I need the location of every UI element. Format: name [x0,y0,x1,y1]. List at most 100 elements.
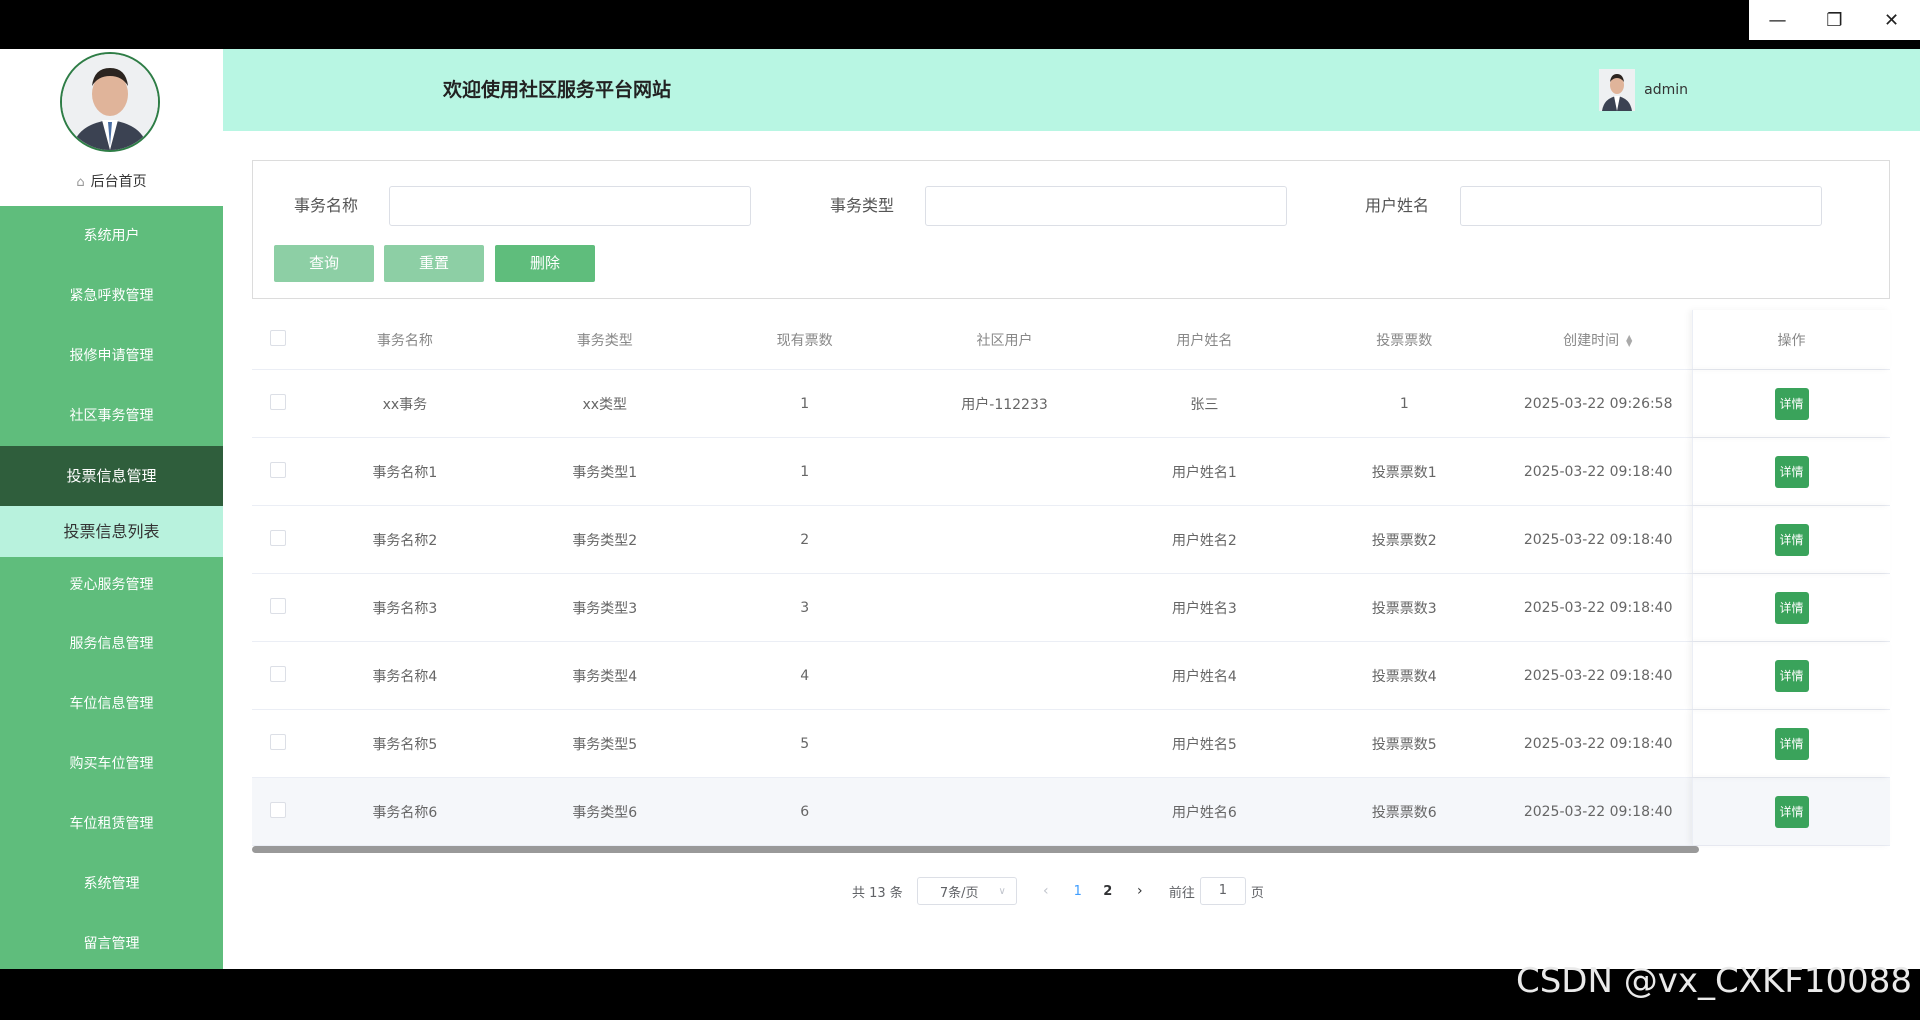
home-icon: ⌂ [76,175,85,190]
page-2-button[interactable]: 2 [1093,884,1123,899]
cell-created-time: 2025-03-22 09:18:40 [1523,531,1673,548]
cell-created-time: 2025-03-22 09:26:58 [1523,395,1673,412]
cell-user-name: 张三 [1190,396,1219,413]
cell-affair-type: 事务类型3 [572,600,638,617]
sidebar-item-voting[interactable]: 投票信息管理 [0,446,223,506]
cell-affair-type: 事务类型5 [572,736,638,753]
cell-user-name: 用户姓名6 [1171,804,1237,821]
user-menu[interactable]: admin [1599,69,1688,111]
col-affair-name: 事务名称 [376,332,433,349]
cell-user-name: 用户姓名5 [1171,736,1237,753]
username: admin [1644,82,1688,98]
row-checkbox[interactable] [270,529,287,546]
affair-name-input[interactable] [389,186,751,226]
cell-affair-name: 事务名称3 [372,600,438,617]
sidebar-item-messages[interactable]: 留言管理 [0,914,223,974]
reset-button[interactable]: 重置 [384,245,484,282]
sidebar-item-parking-rental[interactable]: 车位租赁管理 [0,794,223,854]
sidebar-item-system-management[interactable]: 系统管理 [0,854,223,914]
col-user-name: 用户姓名 [1176,332,1233,349]
detail-button[interactable]: 详情 [1774,795,1809,828]
restore-button[interactable]: ❐ [1806,0,1863,40]
detail-button[interactable]: 详情 [1774,591,1809,624]
sidebar-item-repair-requests[interactable]: 报修申请管理 [0,326,223,386]
cell-vote-count: 投票票数6 [1371,804,1437,821]
cell-vote-count: 1 [1399,395,1409,412]
detail-button[interactable]: 详情 [1774,387,1809,420]
page-1-button[interactable]: 1 [1063,884,1093,899]
goto-prefix: 前往 [1168,885,1195,901]
user-avatar[interactable] [1599,69,1636,111]
col-created-time[interactable]: 创建时间 ▲ ▼ [1504,330,1692,350]
sidebar-item-parking-info[interactable]: 车位信息管理 [0,674,223,734]
sidebar-subitem-voting-list[interactable]: 投票信息列表 [0,506,223,557]
cell-created-time: 2025-03-22 09:18:40 [1523,735,1673,752]
affair-name-label: 事务名称 [294,196,359,215]
cell-created-time: 2025-03-22 09:18:40 [1523,463,1673,480]
sidebar-item-charity-service[interactable]: 爱心服务管理 [0,557,223,614]
minimize-button[interactable]: — [1749,0,1806,40]
sidebar-item-service-info[interactable]: 服务信息管理 [0,614,223,674]
chevron-down-icon: ∨ [998,885,1006,897]
cell-user-name: 用户姓名3 [1171,600,1237,617]
table-row: 事务名称4 事务类型4 4 用户姓名4 投票票数4 2025-03-22 09:18:40… [252,642,1890,710]
sidebar-item-system-users[interactable]: 系统用户 [0,206,223,266]
cell-current-votes: 1 [800,463,810,480]
cell-affair-type: 事务类型6 [572,804,638,821]
cell-created-time: 2025-03-22 09:18:40 [1523,803,1673,820]
row-checkbox[interactable] [270,597,287,614]
cell-affair-name: 事务名称2 [372,532,438,549]
detail-button[interactable]: 详情 [1774,523,1809,556]
detail-button[interactable]: 详情 [1774,727,1809,760]
goto-page-input[interactable]: 1 [1199,877,1246,905]
table-row: 事务名称2 事务类型2 2 用户姓名2 投票票数2 2025-03-22 09:18:40… [252,506,1890,574]
window-titlebar: — ❐ ✕ [0,0,1920,49]
cell-affair-name: 事务名称5 [372,736,438,753]
sidebar-item-parking-purchase[interactable]: 购买车位管理 [0,734,223,794]
top-header: 欢迎使用社区服务平台网站 admin [223,49,1920,131]
detail-button[interactable]: 详情 [1774,659,1809,692]
prev-page-button[interactable]: ‹ [1029,883,1063,899]
cell-community-user: 用户-112233 [961,396,1048,413]
cell-current-votes: 4 [800,667,810,684]
horizontal-scrollbar[interactable] [252,846,1699,853]
table-row: 事务名称1 事务类型1 1 用户姓名1 投票票数1 2025-03-22 09:18:40… [252,438,1890,506]
col-current-votes: 现有票数 [776,332,833,349]
select-all-checkbox[interactable] [270,329,287,346]
affair-type-input[interactable] [925,186,1287,226]
cell-vote-count: 投票票数3 [1371,600,1437,617]
delete-button[interactable]: 删除 [495,245,595,282]
row-checkbox[interactable] [270,665,287,682]
cell-vote-count: 投票票数2 [1371,532,1437,549]
col-community-user: 社区用户 [976,332,1033,349]
page-title: 欢迎使用社区服务平台网站 [443,79,672,101]
row-checkbox[interactable] [270,733,287,750]
sort-icon[interactable]: ▲ ▼ [1625,333,1633,347]
table-row: xx事务 xx类型 1 用户-112233 张三 1 2025-03-22 09:26:58… [252,370,1890,438]
cell-user-name: 用户姓名4 [1171,668,1237,685]
avatar[interactable] [60,52,160,152]
pagination: 共 13 条 7条/页 ∨ ‹ 1 2 › 前往 1 页 [852,877,1264,905]
sidebar-home-link[interactable]: ⌂ 后台首页 [0,171,223,191]
detail-button[interactable]: 详情 [1774,455,1809,488]
cell-affair-type: 事务类型1 [572,464,638,481]
page-size-select[interactable]: 7条/页 ∨ [916,877,1017,905]
sidebar-item-community-affairs[interactable]: 社区事务管理 [0,386,223,446]
sidebar-item-emergency-call[interactable]: 紧急呼救管理 [0,266,223,326]
cell-affair-type: xx类型 [582,396,628,413]
app-window: ⌂ 后台首页 系统用户 紧急呼救管理 报修申请管理 社区事务管理 投票信息管理 投… [0,49,1920,969]
table-row: 事务名称5 事务类型5 5 用户姓名5 投票票数5 2025-03-22 09:18:40… [252,710,1890,778]
total-count: 共 13 条 [852,885,903,901]
next-page-button[interactable]: › [1123,883,1157,899]
cell-current-votes: 1 [800,395,810,412]
row-checkbox[interactable] [270,801,287,818]
query-button[interactable]: 查询 [274,245,374,282]
cell-current-votes: 2 [800,531,810,548]
table-row: 事务名称6 事务类型6 6 用户姓名6 投票票数6 2025-03-22 09:18:40… [252,778,1890,846]
cell-created-time: 2025-03-22 09:18:40 [1523,667,1673,684]
row-checkbox[interactable] [270,461,287,478]
row-checkbox[interactable] [270,393,287,410]
close-button[interactable]: ✕ [1863,0,1920,40]
table-header: 事务名称 事务类型 现有票数 社区用户 用户姓名 投票票数 创建时间 ▲ ▼ 操作 [252,310,1890,370]
user-name-input[interactable] [1460,186,1822,226]
